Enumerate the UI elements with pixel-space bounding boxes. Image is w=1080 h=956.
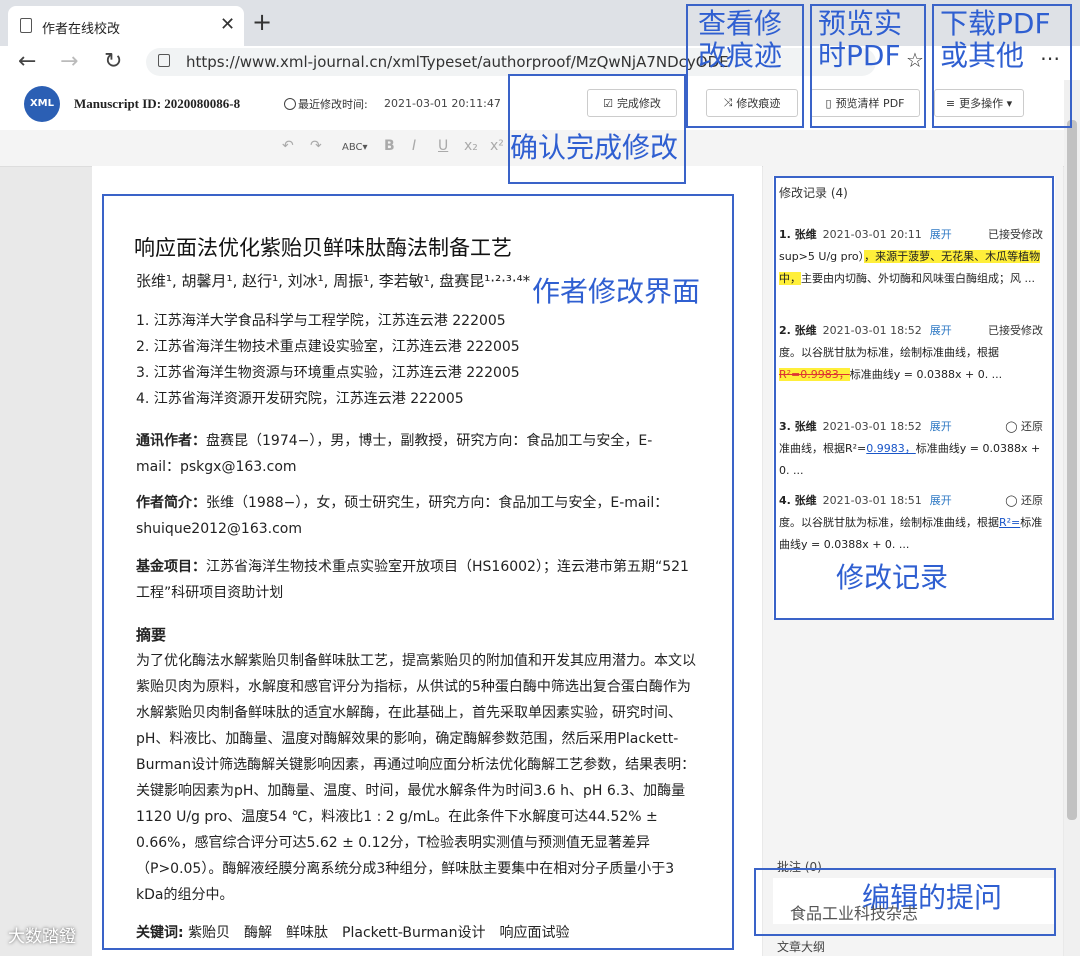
modified-time: 2021-03-01 20:11:47 [384, 97, 501, 110]
lock-icon [158, 54, 170, 67]
tab-title: 作者在线校改 [42, 22, 121, 37]
scroll-thumb[interactable] [1067, 120, 1077, 820]
forward-icon[interactable]: → [60, 48, 78, 76]
annotation-box-confirm [508, 74, 686, 184]
annotation-confirm: 确认完成修改 [510, 131, 679, 164]
redo-icon[interactable]: ↷ [310, 138, 322, 154]
underline-icon[interactable]: U [438, 138, 448, 154]
clock-icon [284, 98, 296, 110]
outline-label[interactable]: 文章大纲 [777, 938, 825, 955]
annotation-box-records [774, 176, 1054, 620]
annotation-view-track: 查看修改痕迹 [698, 7, 783, 72]
close-icon[interactable]: ✕ [220, 14, 235, 35]
logo: XML [24, 86, 60, 122]
url-text: https://www.xml-journal.cn/xmlTypeset/au… [186, 53, 729, 71]
undo-icon[interactable]: ↶ [282, 138, 294, 154]
subscript-icon[interactable]: x₂ [464, 138, 478, 154]
new-tab-button[interactable]: + [252, 10, 272, 34]
annotation-download-pdf: 下载PDF或其他 [940, 7, 1051, 72]
italic-icon[interactable]: I [412, 138, 416, 154]
scrollbar[interactable] [1064, 80, 1080, 956]
bold-icon[interactable]: B [384, 138, 395, 154]
spellcheck-icon[interactable]: ABC▾ [342, 142, 368, 153]
annotation-author-ui: 作者修改界面 [532, 275, 701, 308]
annotation-preview-pdf: 预览实时PDF [818, 7, 903, 72]
browser-tab[interactable]: 作者在线校改 ✕ [8, 6, 244, 46]
annotation-records: 修改记录 [836, 561, 949, 594]
reload-icon[interactable]: ↻ [104, 48, 122, 76]
watermark-journal: 食品工业科技杂志 [790, 904, 919, 923]
superscript-icon[interactable]: x² [490, 138, 504, 154]
manuscript-id: Manuscript ID: 2020080086-8 [74, 96, 241, 111]
modified-label: 最近修改时间: [298, 98, 368, 111]
watermark: 大数踏鐙 [8, 927, 76, 947]
document-icon [20, 18, 32, 33]
back-icon[interactable]: ← [18, 48, 36, 76]
